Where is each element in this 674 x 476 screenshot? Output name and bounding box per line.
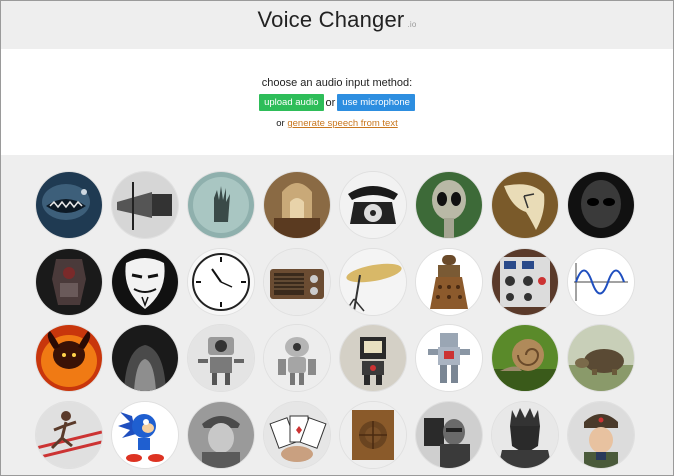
voice-runner[interactable] (36, 402, 102, 468)
voice-stephen-hawking[interactable] (416, 402, 482, 468)
dark-lord-icon (492, 402, 558, 468)
voice-alien[interactable] (416, 172, 482, 238)
synth-module-icon (492, 249, 558, 315)
cymbal-icon (340, 249, 406, 315)
upload-audio-button[interactable]: upload audio (259, 94, 324, 111)
ghost-hand-icon (188, 172, 254, 238)
sine-wave-icon (568, 249, 634, 315)
anonymous-mask-icon (112, 249, 178, 315)
robot-icon (264, 325, 330, 391)
megaphone-icon (112, 172, 178, 238)
or-separator: or (325, 96, 336, 109)
telephone-icon (340, 172, 406, 238)
wooden-speaker-icon (340, 402, 406, 468)
voice-melting-clock[interactable] (492, 172, 558, 238)
voice-snail[interactable] (492, 325, 558, 391)
page-title: Voice Changer .io (1, 7, 673, 33)
toy-robot-icon (416, 325, 482, 391)
fire-demon-icon (36, 325, 102, 391)
voice-fire-demon[interactable] (36, 325, 102, 391)
generate-speech-link[interactable]: generate speech from text (287, 118, 397, 129)
voice-dark-lord[interactable] (492, 402, 558, 468)
voice-russian-soldier[interactable] (568, 402, 634, 468)
voice-mech-warrior[interactable] (36, 249, 102, 315)
voice-cards[interactable] (264, 402, 330, 468)
input-panel: choose an audio input method: upload aud… (1, 49, 673, 155)
app-frame: Voice Changer .io choose an audio input m… (0, 0, 674, 476)
voice-cave[interactable] (112, 325, 178, 391)
voice-grid (1, 155, 673, 475)
voice-radio[interactable] (264, 249, 330, 315)
reversed-clock-icon (188, 249, 254, 315)
voice-cathedral[interactable] (264, 172, 330, 238)
input-buttons: upload audio or use microphone (1, 94, 673, 111)
domain-suffix: .io (407, 20, 417, 29)
voice-cymbal[interactable] (340, 249, 406, 315)
voice-toy-robot[interactable] (416, 325, 482, 391)
cathedral-icon (264, 172, 330, 238)
voice-reversed-clock[interactable] (188, 249, 254, 315)
radio-icon (264, 249, 330, 315)
mech-warrior-icon (36, 249, 102, 315)
voice-telephone[interactable] (340, 172, 406, 238)
voice-synth-module[interactable] (492, 249, 558, 315)
tortoise-icon (568, 325, 634, 391)
robot-icon (188, 325, 254, 391)
voice-sine-wave[interactable] (568, 249, 634, 315)
monster-icon (36, 172, 102, 238)
dark-alien-icon (568, 172, 634, 238)
cards-icon (264, 402, 330, 468)
cave-icon (112, 325, 178, 391)
old-man-icon (188, 402, 254, 468)
voice-wooden-speaker[interactable] (340, 402, 406, 468)
stephen-hawking-icon (416, 402, 482, 468)
voice-megaphone[interactable] (112, 172, 178, 238)
input-prompt: choose an audio input method: (261, 77, 413, 89)
voice-robot-1[interactable] (188, 325, 254, 391)
russian-soldier-icon (568, 402, 634, 468)
voice-robot-2[interactable] (264, 325, 330, 391)
voice-tv-robot[interactable] (340, 325, 406, 391)
header: Voice Changer .io (1, 1, 673, 49)
voice-tortoise[interactable] (568, 325, 634, 391)
runner-icon (36, 402, 102, 468)
voice-ghost-hand[interactable] (188, 172, 254, 238)
voice-anonymous-mask[interactable] (112, 249, 178, 315)
voice-dark-alien[interactable] (568, 172, 634, 238)
dalek-icon (416, 249, 482, 315)
tts-prefix: or (276, 118, 285, 129)
tts-row: or generate speech from text (1, 118, 673, 129)
voice-monster[interactable] (36, 172, 102, 238)
voice-old-man[interactable] (188, 402, 254, 468)
melting-clock-icon (492, 172, 558, 238)
page-title-text: Voice Changer (257, 7, 405, 32)
voice-dalek[interactable] (416, 249, 482, 315)
alien-icon (416, 172, 482, 238)
use-microphone-button[interactable]: use microphone (337, 94, 415, 111)
voice-sonic[interactable] (112, 402, 178, 468)
snail-icon (492, 325, 558, 391)
tv-robot-icon (340, 325, 406, 391)
sonic-icon (112, 402, 178, 468)
